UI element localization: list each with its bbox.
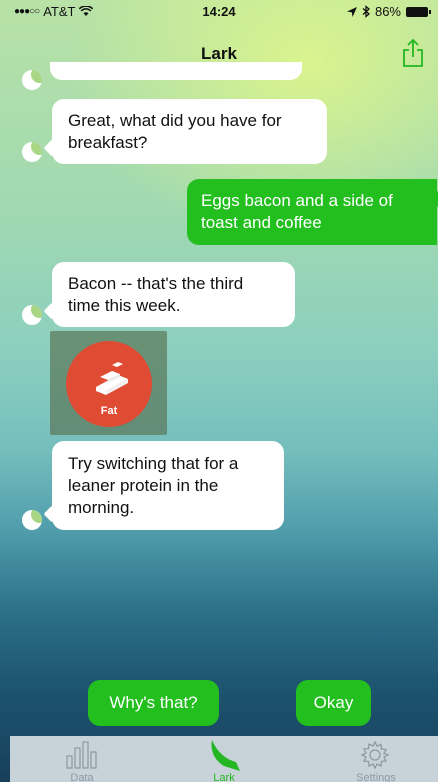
bot-avatar <box>22 70 42 90</box>
bot-avatar <box>22 510 42 530</box>
chat-screen: ●●●○○ AT&T 14:24 86% Lark Great, what di… <box>0 0 438 782</box>
status-bar: ●●●○○ AT&T 14:24 86% <box>0 0 438 22</box>
tab-label: Lark <box>213 772 235 782</box>
bird-icon <box>211 740 240 771</box>
message-text: Bacon -- that's the third time this week… <box>68 273 244 315</box>
bot-avatar <box>22 142 42 162</box>
tab-bar: Data Lark Settings <box>10 736 438 782</box>
gear-icon <box>360 740 390 770</box>
nutrition-card[interactable]: Fat <box>50 331 167 435</box>
tab-label: Data <box>70 772 94 782</box>
bar-chart-icon <box>66 741 97 769</box>
chat-bubble-user: Eggs bacon and a side of toast and coffe… <box>187 179 437 245</box>
tab-label: Settings <box>356 772 396 782</box>
chat-bubble-bot: Great, what did you have for breakfast? <box>52 99 327 164</box>
quick-reply-label: Why's that? <box>109 693 198 712</box>
bot-avatar <box>22 305 42 325</box>
battery-icon <box>406 6 431 17</box>
tab-data[interactable]: Data <box>32 736 132 782</box>
battery-percent: 86% <box>374 4 401 19</box>
status-right: 86% <box>346 4 431 19</box>
fat-label: Fat <box>100 405 118 417</box>
share-icon[interactable] <box>402 38 424 68</box>
chat-bubble-bot: Try switching that for a leaner protein … <box>52 441 284 530</box>
quick-reply-button[interactable]: Why's that? <box>88 680 219 726</box>
message-text: Try switching that for a leaner protein … <box>68 453 239 517</box>
chat-bubble-partial <box>50 62 302 80</box>
nav-title: Lark <box>201 44 237 63</box>
chat-bubble-bot: Bacon -- that's the third time this week… <box>52 262 295 327</box>
message-text: Great, what did you have for breakfast? <box>68 110 282 152</box>
tab-lark[interactable]: Lark <box>174 736 274 782</box>
butter-icon <box>96 362 128 395</box>
bluetooth-icon <box>362 5 370 18</box>
location-arrow-icon <box>346 6 357 17</box>
quick-reply-label: Okay <box>313 693 354 712</box>
fat-badge: Fat <box>66 341 152 427</box>
quick-reply-button[interactable]: Okay <box>296 680 371 726</box>
tab-settings[interactable]: Settings <box>326 736 426 782</box>
message-text: Eggs bacon and a side of toast and coffe… <box>201 191 393 232</box>
